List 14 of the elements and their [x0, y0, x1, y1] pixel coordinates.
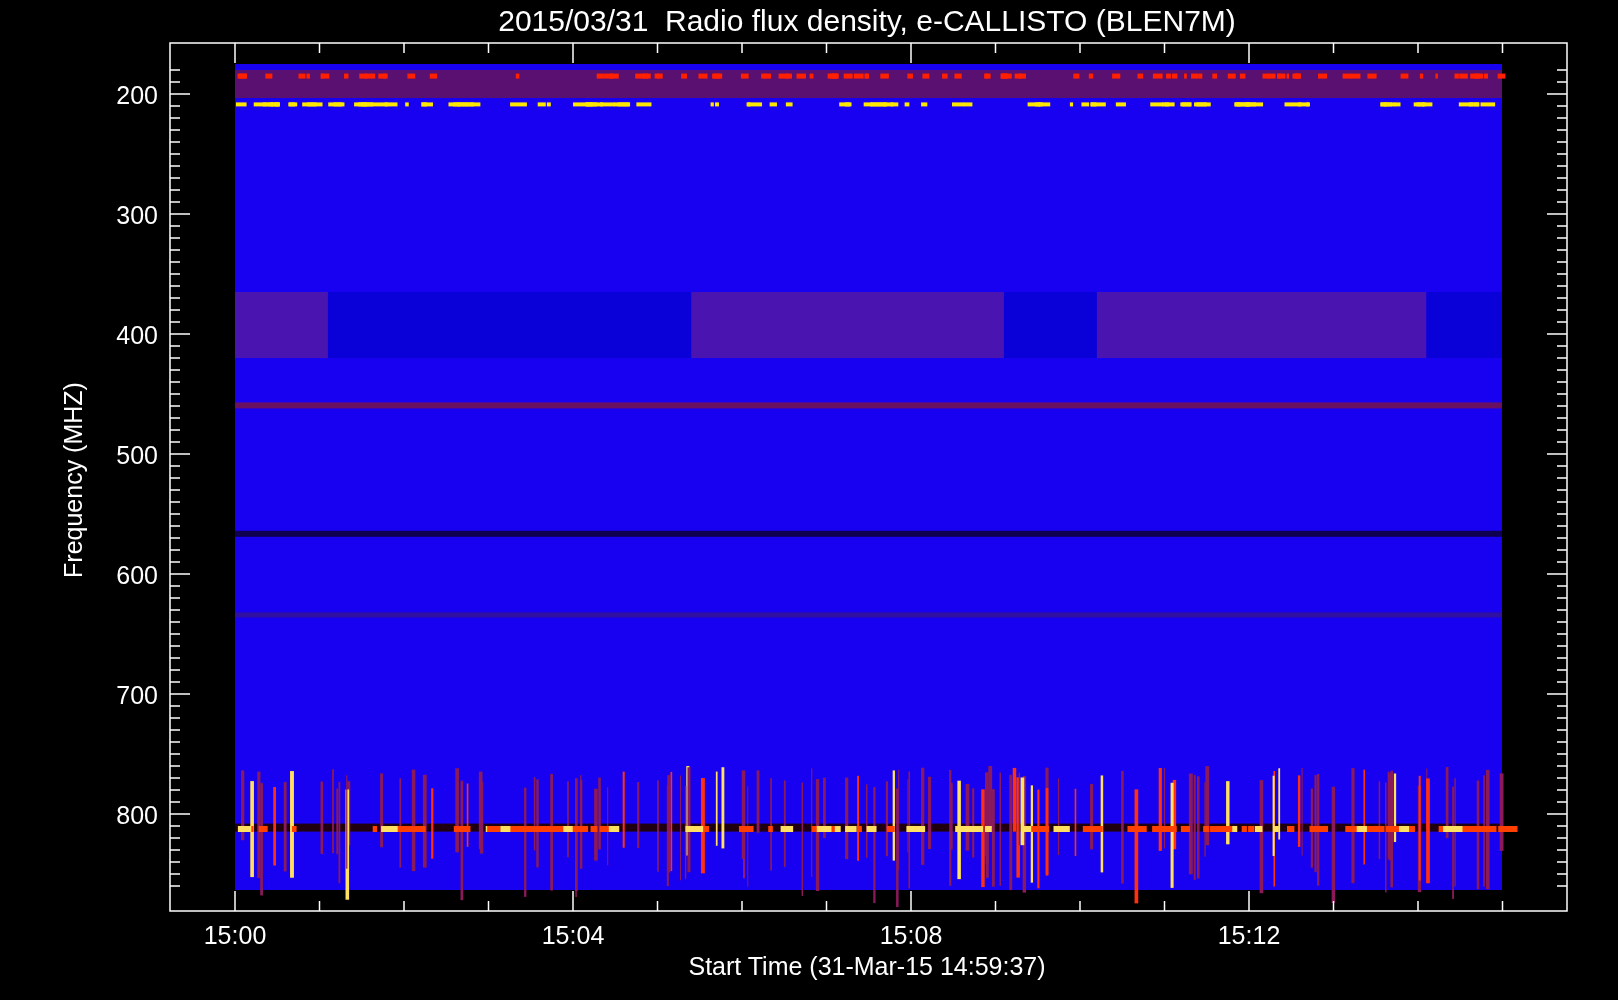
y-axis-label: Frequency (MHZ): [59, 382, 87, 578]
x-axis-label: Start Time (31-Mar-15 14:59:37): [688, 952, 1046, 980]
y-tick-label: 700: [116, 681, 158, 709]
y-tick-label: 800: [116, 801, 158, 829]
y-tick-label: 500: [116, 441, 158, 469]
x-tick-label: 15:00: [203, 921, 267, 949]
x-tick-label: 15:08: [879, 921, 943, 949]
y-tick-label: 300: [116, 201, 158, 229]
plot-title: 2015/03/31 Radio flux density, e-CALLISTO (BLEN7M): [498, 4, 1236, 37]
y-tick-label: 200: [116, 81, 158, 109]
y-tick-label: 400: [116, 321, 158, 349]
y-tick-label: 600: [116, 561, 158, 589]
x-tick-label: 15:12: [1217, 921, 1281, 949]
x-tick-label: 15:04: [541, 921, 605, 949]
